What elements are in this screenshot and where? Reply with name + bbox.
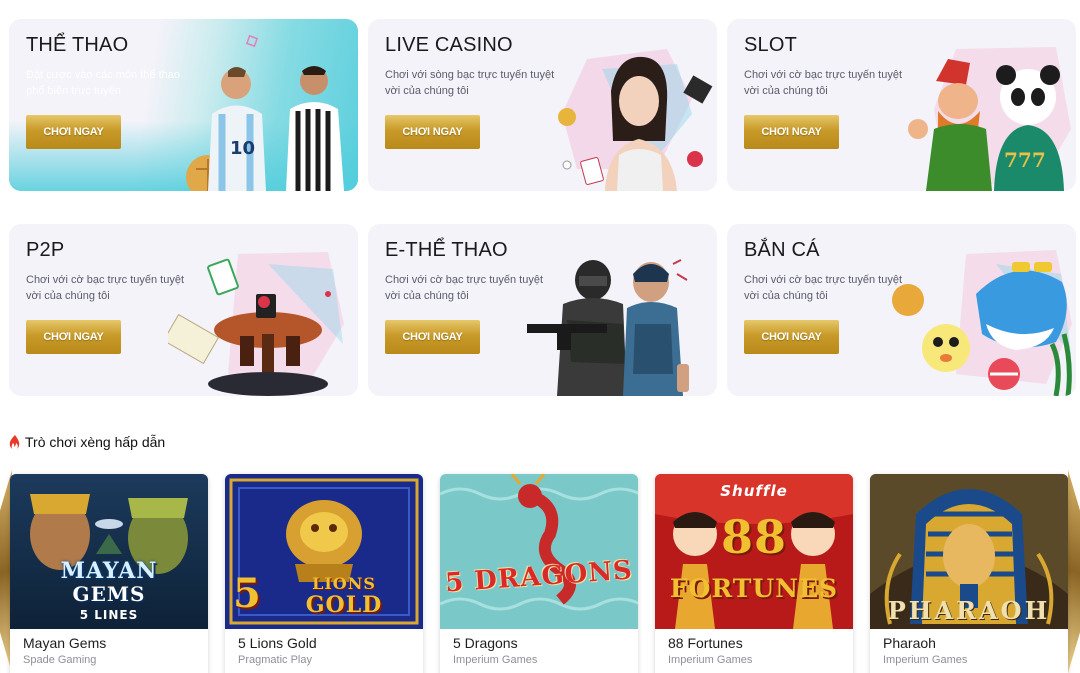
page: THỂ THAO Đặt cược vào các môn thể thao p… bbox=[0, 0, 1080, 673]
category-card-live-casino[interactable]: LIVE CASINO Chơi với sòng bạc trực tuyến… bbox=[368, 19, 717, 191]
category-title: E-THỂ THAO bbox=[385, 239, 508, 261]
game-provider: Imperium Games bbox=[453, 654, 538, 666]
thumbnail-title: MAYAN bbox=[60, 558, 158, 584]
game-provider: Spade Gaming bbox=[23, 654, 97, 666]
category-description: Đặt cược vào các môn thể thao phổ biến t… bbox=[26, 69, 180, 97]
svg-text:10: 10 bbox=[230, 138, 255, 159]
category-title: BẮN CÁ bbox=[744, 239, 820, 261]
game-name: 5 Dragons bbox=[453, 635, 518, 651]
game-list: MAYAN GEMS 5 LINES Mayan Gems Spade Gami… bbox=[10, 474, 1068, 673]
play-now-button[interactable]: CHƠI NGAY bbox=[26, 115, 121, 149]
game-provider: Imperium Games bbox=[883, 654, 968, 666]
game-name: 5 Lions Gold bbox=[238, 635, 317, 651]
play-now-button[interactable]: CHƠI NGAY bbox=[744, 115, 839, 149]
category-grid: THỂ THAO Đặt cược vào các môn thể thao p… bbox=[9, 19, 1076, 396]
thumbnail-brand: Shuffle bbox=[720, 482, 788, 500]
sport-players-illustration: 10 bbox=[168, 19, 358, 191]
game-name: Mayan Gems bbox=[23, 635, 107, 651]
category-card-p2p[interactable]: P2P Chơi với cờ bạc trực tuyến tuyệt vời… bbox=[9, 224, 358, 396]
category-card-sport[interactable]: THỂ THAO Đặt cược vào các môn thể thao p… bbox=[9, 19, 358, 191]
game-thumbnail: PHARAOH bbox=[870, 474, 1068, 629]
category-description: Chơi với cờ bạc trực tuyến tuyệt vời của… bbox=[385, 274, 544, 302]
game-provider: Imperium Games bbox=[668, 654, 753, 666]
casino-dealer-illustration bbox=[527, 19, 717, 191]
play-now-button[interactable]: CHƠI NGAY bbox=[744, 320, 839, 354]
slot-characters-illustration: 777 bbox=[886, 19, 1076, 191]
play-now-button[interactable]: CHƠI NGAY bbox=[26, 320, 121, 354]
category-card-fishing[interactable]: BẮN CÁ Chơi với cờ bạc trực tuyến tuyệt … bbox=[727, 224, 1076, 396]
category-title: SLOT bbox=[744, 34, 798, 56]
esport-soldiers-illustration bbox=[527, 224, 717, 396]
thumbnail-subtitle: GOLD bbox=[305, 592, 383, 618]
section-header: Trò chơi xèng hấp dẫn bbox=[8, 434, 165, 450]
game-card-pharaoh[interactable]: PHARAOH Pharaoh Imperium Games bbox=[870, 474, 1068, 673]
right-decoration bbox=[1068, 470, 1080, 673]
category-title: THỂ THAO bbox=[26, 34, 129, 56]
thumbnail-number: 5 bbox=[233, 570, 262, 617]
play-now-button[interactable]: CHƠI NGAY bbox=[385, 115, 480, 149]
category-description: Chơi với cờ bạc trực tuyến tuyệt vời của… bbox=[744, 69, 903, 97]
category-description: Chơi với cờ bạc trực tuyến tuyệt vời của… bbox=[744, 274, 903, 302]
category-card-slot[interactable]: SLOT Chơi với cờ bạc trực tuyến tuyệt vờ… bbox=[727, 19, 1076, 191]
game-thumbnail: Shuffle 88 FORTUNES bbox=[655, 474, 853, 629]
category-description: Chơi với sòng bạc trực tuyến tuyệt vời c… bbox=[385, 69, 555, 97]
game-card-88-fortunes[interactable]: Shuffle 88 FORTUNES 88 Fortunes Imperium… bbox=[655, 474, 853, 673]
play-now-button[interactable]: CHƠI NGAY bbox=[385, 320, 480, 354]
category-title: LIVE CASINO bbox=[385, 34, 513, 56]
thumbnail-number: 88 bbox=[720, 510, 787, 564]
game-thumbnail: 5 LIONS GOLD bbox=[225, 474, 423, 629]
svg-text:777: 777 bbox=[1004, 148, 1046, 172]
game-card-5-lions-gold[interactable]: 5 LIONS GOLD 5 Lions Gold Pragmatic Play bbox=[225, 474, 423, 673]
thumbnail-title: LIONS bbox=[312, 574, 376, 593]
game-name: 88 Fortunes bbox=[668, 635, 743, 651]
fishing-creatures-illustration bbox=[886, 224, 1076, 396]
game-thumbnail: 5 DRAGONS bbox=[440, 474, 638, 629]
p2p-table-illustration bbox=[168, 224, 358, 396]
game-name: Pharaoh bbox=[883, 635, 936, 651]
thumbnail-subtitle: GEMS bbox=[72, 582, 146, 606]
game-thumbnail: MAYAN GEMS 5 LINES bbox=[10, 474, 208, 629]
thumbnail-lines-label: 5 LINES bbox=[79, 608, 139, 622]
category-title: P2P bbox=[26, 239, 65, 261]
thumbnail-title: PHARAOH bbox=[887, 596, 1051, 625]
category-description: Chơi với cờ bạc trực tuyến tuyệt vời của… bbox=[26, 274, 185, 302]
game-card-mayan-gems[interactable]: MAYAN GEMS 5 LINES Mayan Gems Spade Gami… bbox=[10, 474, 208, 673]
section-title: Trò chơi xèng hấp dẫn bbox=[25, 434, 166, 450]
game-card-5-dragons[interactable]: 5 DRAGONS 5 Dragons Imperium Games bbox=[440, 474, 638, 673]
thumbnail-title: FORTUNES bbox=[669, 574, 839, 603]
fire-icon bbox=[8, 434, 22, 450]
game-provider: Pragmatic Play bbox=[238, 654, 312, 666]
category-card-esport[interactable]: E-THỂ THAO Chơi với cờ bạc trực tuyến tu… bbox=[368, 224, 717, 396]
